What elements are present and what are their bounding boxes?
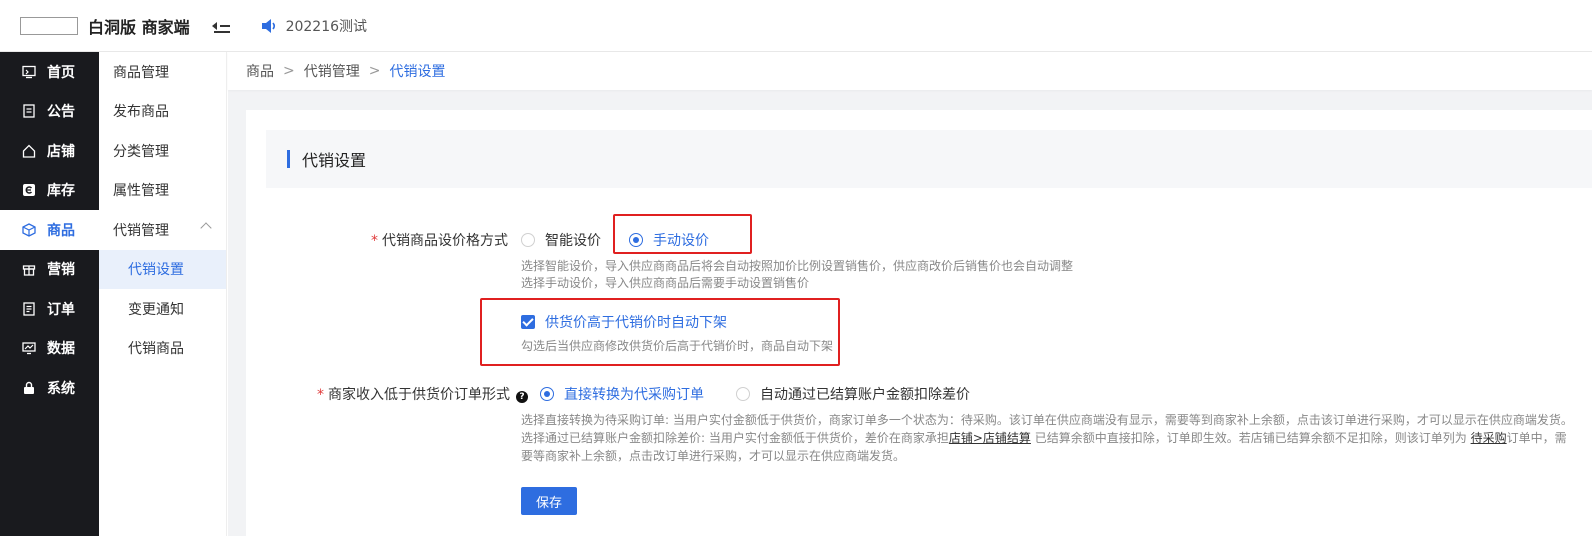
pricing-method-label: * 代销商品设价格方式	[371, 233, 508, 249]
subnav-item-publish-goods[interactable]: 发布商品	[99, 92, 226, 132]
main-content: 商品 > 代销管理 > 代销设置 代销设置 * 代销商品设价格方式 智能设价 手动…	[228, 52, 1592, 536]
order-mode-label: * 商家收入低于供货价订单形式?	[286, 384, 528, 404]
secondary-sidebar: 商品管理 发布商品 分类管理 属性管理 代销管理 代销设置 变更通知 代销商品	[99, 52, 227, 536]
section-accent-bar	[287, 150, 290, 168]
document-icon	[22, 104, 36, 118]
sidebar-item-system[interactable]: 系统	[0, 368, 99, 408]
checkbox-auto-delist[interactable]: 供货价高于代销价时自动下架	[521, 312, 727, 332]
sidebar-item-label: 营销	[47, 262, 75, 279]
speaker-icon	[261, 18, 275, 33]
subnav-group-consign-manage[interactable]: 代销管理	[99, 210, 226, 250]
sidebar-item-label: 库存	[47, 183, 75, 200]
chevron-right-icon: >	[283, 63, 295, 79]
radio-manual-pricing[interactable]: 手动设价	[629, 230, 709, 250]
chevron-up-icon	[200, 222, 212, 234]
subnav-item-attribute-manage[interactable]: 属性管理	[99, 171, 226, 211]
sidebar-item-label: 商品	[47, 222, 75, 239]
link-pending-purchase[interactable]: 待采购	[1471, 431, 1507, 445]
gift-icon	[22, 262, 36, 276]
sidebar-item-goods[interactable]: 商品	[0, 210, 99, 250]
settings-panel: 代销设置 * 代销商品设价格方式 智能设价 手动设价 选择智能设价，导入供应商商品…	[246, 110, 1592, 536]
subnav-group-label: 代销管理	[113, 222, 169, 239]
sidebar-item-label: 数据	[47, 341, 75, 358]
sidebar-item-data[interactable]: 数据	[0, 329, 99, 369]
pricing-hint-1: 选择智能设价，导入供应商商品后将会自动按照加价比例设置销售价，供应商改价后销售价…	[521, 259, 1074, 273]
logo-image	[20, 16, 78, 35]
help-icon[interactable]: ?	[516, 391, 528, 403]
top-header: 白洞版 商家端 202216测试	[0, 0, 1592, 52]
section-header: 代销设置	[266, 130, 1592, 188]
order-mode-hint-2: 选择通过已结算账户金额扣除差价: 当用户实付金额低于供货价，差价在商家承担店铺>…	[521, 431, 1567, 445]
sidebar-item-inventory[interactable]: 库存	[0, 171, 99, 211]
brand-title: 白洞版 商家端	[88, 17, 190, 37]
sidebar-item-label: 店铺	[47, 143, 75, 160]
lock-icon	[22, 381, 36, 395]
sidebar-item-home[interactable]: 首页	[0, 52, 99, 92]
chart-icon	[22, 341, 36, 355]
subnav-item-goods-manage[interactable]: 商品管理	[99, 52, 226, 92]
save-button[interactable]: 保存	[521, 487, 577, 515]
breadcrumb-item-current: 代销设置	[389, 64, 446, 80]
sidebar-item-marketing[interactable]: 营销	[0, 250, 99, 290]
sidebar-item-notice[interactable]: 公告	[0, 92, 99, 132]
home-icon	[22, 144, 36, 158]
radio-convert-purchase-order[interactable]: 直接转换为代采购订单	[540, 384, 704, 404]
sidebar-item-label: 首页	[47, 64, 75, 81]
order-mode-hint-3: 要等商家补上余额，点击改订单进行采购，才可以显示在供应商端发货。	[521, 449, 906, 463]
radio-deduct-settled-balance[interactable]: 自动通过已结算账户金额扣除差价	[736, 384, 970, 404]
sidebar-item-shop[interactable]: 店铺	[0, 131, 99, 171]
breadcrumb-item-consign-manage[interactable]: 代销管理	[304, 61, 360, 81]
subnav-item-category-manage[interactable]: 分类管理	[99, 131, 226, 171]
auto-delist-hint: 勾选后当供应商修改供货价后高于代销价时，商品自动下架	[521, 339, 834, 353]
highlight-box-auto-delist	[480, 298, 840, 366]
subnav-item-change-notice[interactable]: 变更通知	[99, 289, 226, 329]
sidebar-item-label: 系统	[47, 380, 75, 397]
monitor-icon	[22, 65, 36, 79]
link-shop-settlement[interactable]: 店铺>店铺结算	[949, 431, 1031, 445]
sidebar-item-label: 订单	[47, 301, 75, 318]
chevron-right-icon: >	[368, 63, 381, 79]
radio-smart-pricing[interactable]: 智能设价	[521, 230, 601, 250]
primary-sidebar: 首页 公告 店铺 库存 商品 营销 订单 数据 系统	[0, 52, 99, 536]
pricing-hint-2: 选择手动设价，导入供应商商品后需要手动设置销售价	[521, 276, 810, 290]
section-title: 代销设置	[302, 151, 367, 170]
sidebar-item-label: 公告	[47, 104, 75, 121]
sidebar-item-orders[interactable]: 订单	[0, 289, 99, 329]
order-icon	[22, 302, 36, 316]
subnav-item-consign-settings[interactable]: 代销设置	[99, 249, 226, 289]
breadcrumb: 商品 > 代销管理 > 代销设置	[228, 52, 1592, 90]
notice-text[interactable]: 202216测试	[286, 16, 367, 36]
cube-icon	[22, 223, 36, 237]
breadcrumb-item-goods[interactable]: 商品	[246, 61, 274, 81]
inventory-icon	[22, 183, 36, 197]
order-mode-hint-1: 选择直接转换为待采购订单: 当用户实付金额低于供货价，商家订单多一个状态为：待采…	[521, 413, 1573, 427]
menu-collapse-icon[interactable]	[211, 19, 230, 33]
subnav-item-consign-goods[interactable]: 代销商品	[99, 329, 226, 369]
checkbox-checked-icon	[521, 315, 535, 329]
